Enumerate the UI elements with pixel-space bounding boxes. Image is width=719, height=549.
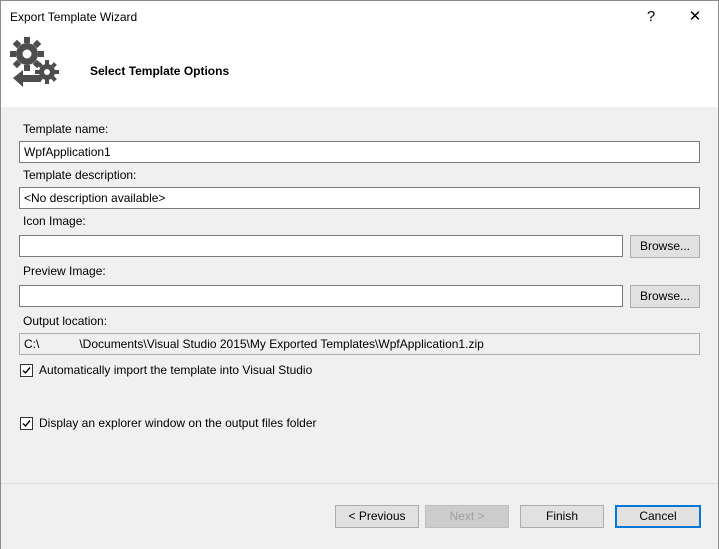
preview-browse-button[interactable]: Browse... — [630, 285, 700, 308]
cancel-button[interactable]: Cancel — [615, 505, 701, 528]
explorer-checkbox[interactable] — [20, 417, 33, 430]
close-icon: ✕ — [688, 8, 702, 25]
icon-image-input[interactable] — [19, 235, 623, 257]
options-panel: Template name: WpfApplication1 Template … — [1, 107, 718, 483]
output-location-field: C:\ \Documents\Visual Studio 2015\My Exp… — [19, 333, 700, 355]
auto-import-checkbox[interactable] — [20, 364, 33, 377]
finish-button[interactable]: Finish — [520, 505, 604, 528]
page-title: Select Template Options — [90, 64, 230, 78]
wizard-footer: < Previous Next > Finish Cancel — [1, 483, 718, 549]
icon-image-label: Icon Image: — [23, 214, 86, 228]
icon-browse-button[interactable]: Browse... — [630, 235, 700, 258]
preview-image-input[interactable] — [19, 285, 623, 307]
template-name-label: Template name: — [23, 122, 109, 136]
explorer-label: Display an explorer window on the output… — [39, 416, 317, 430]
output-location-label: Output location: — [23, 314, 108, 328]
title-bar: Export Template Wizard ? ✕ — [1, 1, 718, 32]
checkmark-icon — [22, 367, 31, 375]
preview-image-label: Preview Image: — [23, 264, 106, 278]
previous-button[interactable]: < Previous — [335, 505, 419, 528]
window-title: Export Template Wizard — [10, 10, 138, 24]
export-template-wizard-window: Export Template Wizard ? ✕ Select Templa… — [0, 0, 719, 549]
output-location-value: C:\ \Documents\Visual Studio 2015\My Exp… — [24, 337, 484, 351]
wizard-header: Select Template Options — [1, 32, 718, 107]
auto-import-label: Automatically import the template into V… — [39, 363, 313, 377]
checkmark-icon — [22, 420, 31, 428]
next-button[interactable]: Next > — [425, 505, 509, 528]
gears-export-icon — [10, 37, 59, 87]
template-description-input[interactable]: <No description available> — [19, 187, 700, 209]
close-button[interactable]: ✕ — [675, 5, 715, 29]
template-name-input[interactable]: WpfApplication1 — [19, 141, 700, 163]
help-button[interactable]: ? — [631, 5, 671, 29]
template-description-label: Template description: — [23, 168, 137, 182]
